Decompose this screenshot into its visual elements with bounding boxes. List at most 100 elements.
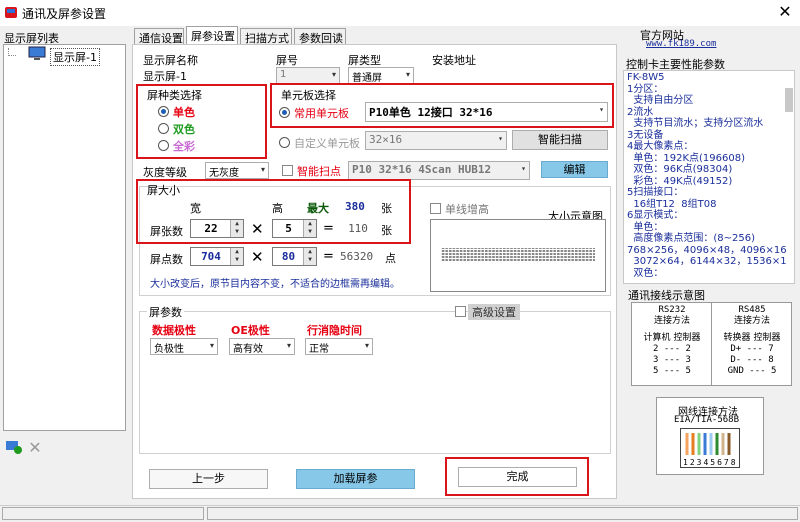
wiring-title: 通讯接线示意图 <box>628 289 705 302</box>
perf-line: 5扫描接口： <box>627 187 684 198</box>
app-icon <box>4 6 18 19</box>
smart-point-label[interactable]: 智能扫点 <box>297 163 341 179</box>
perf-line: 3无设备 <box>627 129 664 141</box>
perf-line: 16组T12 8组T08 <box>627 198 717 210</box>
custom-board-select[interactable]: 32×16 ▾ <box>365 131 507 150</box>
tree-line <box>8 48 16 56</box>
smart-point-checkbox[interactable] <box>282 165 293 176</box>
perf-line: 单色：192K点(196608) <box>627 152 745 164</box>
perf-scrollbar[interactable] <box>785 88 793 112</box>
status-cell-1 <box>2 507 204 520</box>
tab-screen-params[interactable]: 屏参设置 <box>186 26 238 45</box>
rs232-block: RS232 连接方法 计算机 控制器 2 --- 23 --- 35 --- 5 <box>643 305 701 376</box>
smart-scan-button[interactable]: 智能扫描 <box>512 130 608 150</box>
color-type-title: 屏种类选择 <box>147 89 202 102</box>
sheets-equals: = <box>323 221 334 236</box>
unit-board-title: 单元板选择 <box>281 89 336 102</box>
perf-line: 双色：96K点(98304) <box>627 164 733 175</box>
sheets-height-input[interactable]: 5 ▲ ▼ <box>272 219 317 238</box>
label-mono[interactable]: 单色 <box>173 104 195 120</box>
add-screen-icon[interactable] <box>5 440 23 454</box>
sheets-times-icon: ✕ <box>251 220 264 238</box>
points-times-icon: ✕ <box>251 248 264 266</box>
network-standard: EIA/TIA-568B <box>674 415 740 425</box>
perf-line: 单色： <box>627 221 664 233</box>
perf-line: 6显示模式： <box>627 210 684 221</box>
size-col-max: 最大 <box>307 202 329 215</box>
points-height-input[interactable]: 80 ▲ ▼ <box>272 247 317 266</box>
size-preview-box <box>430 219 606 292</box>
tab-scan-mode[interactable]: 扫描方式 <box>240 28 292 45</box>
perf-line: 2流水 <box>627 106 654 118</box>
label-custom-board[interactable]: 自定义单元板 <box>294 135 360 151</box>
wiring-divider <box>711 302 712 386</box>
official-site-link[interactable]: www.fk189.com <box>646 39 716 49</box>
perf-line: 支持自由分区 <box>627 95 694 106</box>
label-full[interactable]: 全彩 <box>173 138 195 154</box>
tree-item-screen-1[interactable]: 显示屏-1 <box>50 48 100 66</box>
radio-full[interactable] <box>158 140 169 151</box>
board-desc-select[interactable]: P10 32*16 4Scan HUB12 ▾ <box>348 161 530 180</box>
perf-line: FK-8W5 <box>627 72 665 83</box>
status-cell-2 <box>207 507 798 520</box>
row-blank-label: 行消隐时间 <box>307 324 362 337</box>
window-title: 通讯及屏参设置 <box>22 7 107 21</box>
max-sheets-value: 380 <box>345 200 365 213</box>
params-groupbox <box>139 311 611 454</box>
label-dual[interactable]: 双色 <box>173 121 195 137</box>
advanced-checkbox[interactable] <box>455 306 466 317</box>
perf-line: 高度像素点范围：(8~256) <box>627 233 755 244</box>
common-board-select[interactable]: P10单色 12接口 32*16 ▾ <box>365 102 608 122</box>
label-common-board[interactable]: 常用单元板 <box>294 105 349 121</box>
oe-polarity-label: OE极性 <box>231 324 270 337</box>
size-group-title: 屏大小 <box>147 184 180 197</box>
tab-comm-settings[interactable]: 通信设置 <box>134 28 184 45</box>
col-screen-name: 显示屏名称 <box>143 54 198 67</box>
perf-panel: FK-8W5 1分区： 支持自由分区 2流水 支持节目流水；支持分区流水 3无设备 4最… <box>623 70 795 284</box>
single-line-label[interactable]: 单线增高 <box>445 201 489 217</box>
perf-line: 支持节目流水；支持分区流水 <box>627 118 764 129</box>
gray-level-select[interactable]: 无灰度 ▾ <box>205 162 269 179</box>
screen-no-select[interactable]: 1 ▾ <box>276 67 340 84</box>
size-change-note: 大小改变后，原节目内容不变，不适合的边框需再编辑。 <box>150 279 400 290</box>
radio-dual[interactable] <box>158 123 169 134</box>
data-polarity-label: 数据极性 <box>152 324 196 337</box>
radio-mono[interactable] <box>158 106 169 117</box>
size-col-height: 高 <box>272 202 283 215</box>
data-polarity-select[interactable]: 负极性 ▾ <box>150 338 218 355</box>
screen-type-select[interactable]: 普通屏 ▾ <box>348 67 414 84</box>
perf-line: 4最大像素点： <box>627 141 694 152</box>
col-screen-no: 屏号 <box>276 54 298 67</box>
single-line-checkbox[interactable] <box>430 203 441 214</box>
gray-level-label: 灰度等级 <box>143 166 187 179</box>
max-sheets-unit: 张 <box>381 202 392 215</box>
finish-button[interactable]: 完成 <box>458 467 577 487</box>
prev-button[interactable]: 上一步 <box>149 469 268 489</box>
row-blank-select[interactable]: 正常 ▾ <box>305 338 373 355</box>
perf-line: 3072×64，6144×32，1536×1 <box>627 256 787 267</box>
sheets-total-unit: 张 <box>381 224 392 237</box>
perf-line: 1分区： <box>627 83 664 95</box>
perf-lines: FK-8W5 1分区： 支持自由分区 2流水 支持节目流水；支持分区流水 3无设备 4最… <box>624 71 794 280</box>
size-preview-grid <box>441 248 595 262</box>
tab-param-readback[interactable]: 参数回读 <box>294 28 346 45</box>
edit-button[interactable]: 编辑 <box>541 161 608 178</box>
perf-line: 双色： <box>627 267 664 279</box>
delete-screen-icon[interactable]: ✕ <box>26 438 44 457</box>
sheets-width-input[interactable]: 22 ▲ ▼ <box>190 219 244 238</box>
network-pins: 12345678 <box>683 458 738 467</box>
oe-polarity-select[interactable]: 高有效 ▾ <box>229 338 295 355</box>
params-title: 屏参数 <box>147 304 184 320</box>
title-bar <box>0 0 800 26</box>
close-button[interactable]: ✕ <box>770 1 800 25</box>
load-params-button[interactable]: 加载屏参 <box>296 469 415 489</box>
radio-custom-board[interactable] <box>279 137 290 148</box>
col-screen-type: 屏类型 <box>348 54 381 67</box>
size-col-width: 宽 <box>190 202 201 215</box>
perf-line: 768×256，4096×48，4096×16 <box>627 244 787 256</box>
radio-common-board[interactable] <box>279 107 290 118</box>
col-install-address: 安装地址 <box>432 54 476 67</box>
advanced-label[interactable]: 高级设置 <box>468 304 520 320</box>
sheets-label: 屏张数 <box>150 225 183 238</box>
points-width-input[interactable]: 704 ▲ ▼ <box>190 247 244 266</box>
